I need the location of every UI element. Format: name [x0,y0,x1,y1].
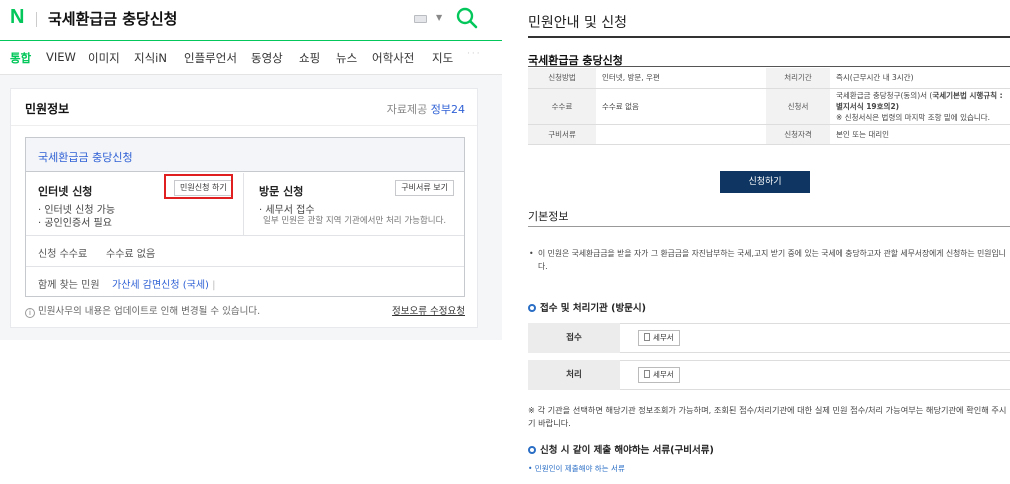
table-cell: 신청자격 [766,124,830,145]
tab-map[interactable]: 지도 [432,50,453,66]
divider [11,125,477,126]
receive-label: 접수 [528,323,620,353]
table-cell: 수수료 [528,88,596,125]
gov24-detail-panel: 민원안내 및 신청 국세환급금 충당신청 신청방법 인터넷, 방문, 우편 처리… [514,0,1010,484]
circle-bullet-icon [528,304,536,312]
document-icon [644,370,650,378]
highlight-annotation [164,174,233,199]
fee-value: 수수료 없음 [106,249,156,260]
table-cell [596,124,766,145]
table-cell: 수수료 없음 [596,88,766,125]
divider [36,12,37,27]
view-documents-button[interactable]: 구비서류 보기 [395,180,454,196]
internet-note-2: · 공인인증서 필요 [38,218,112,229]
update-notice: i 민원사무의 내용은 업데이트로 인해 변경될 수 있습니다. [25,303,260,318]
divider [528,226,1010,227]
basic-info-text: • 이 민원은 국세환급금을 받을 자가 그 환급금을 자진납부하는 국세,고지 … [529,249,1006,271]
service-box: 국세환급금 충당신청 인터넷 신청 민원신청 하기 · 인터넷 신청 가능 · … [25,137,465,297]
page: N 국세환급금 충당신청 ▼ 통합 VIEW 이미지 지식iN 인플루언서 동영… [0,0,1010,484]
naver-logo[interactable]: N [10,6,24,29]
search-tabs: 통합 VIEW 이미지 지식iN 인플루언서 동영상 쇼핑 뉴스 어학사전 지도… [0,41,502,75]
receive-row: 접수 세무서 [528,323,1010,353]
table-row: 수수료 수수료 없음 신청서 국세환급금 충당청구(동의)서 (국세기본법 시행… [528,88,1010,125]
visit-note-2: 일부 민원은 관할 지역 기관에서만 처리 가능합니다. [263,216,447,226]
table-row: 구비서류 신청자격 본인 또는 대리인 [528,124,1010,145]
service-header: 국세환급금 충당신청 [26,138,464,172]
table-cell: 즉시(근무시간 내 3시간) [830,68,1010,89]
process-label: 처리 [528,360,620,390]
internet-apply-title: 인터넷 신청 [38,185,93,198]
process-row: 처리 세무서 [528,360,1010,390]
related-link[interactable]: 가산세 감면신청 (국세) | [112,276,216,291]
form-note: ※ 신청서식은 법령의 마지막 조항 밑에 있습니다. [836,112,991,122]
service-info-table: 신청방법 인터넷, 방문, 우편 처리기간 즉시(근무시간 내 3시간) 수수료… [528,68,1010,145]
table-row: 신청방법 인터넷, 방문, 우편 처리기간 즉시(근무시간 내 3시간) [528,68,1010,89]
required-documents-link[interactable]: • 민원인이 제출해야 하는 서류 [528,463,625,474]
document-icon [644,333,650,341]
internet-apply-section: 인터넷 신청 민원신청 하기 · 인터넷 신청 가능 · 공인인증서 필요 [26,173,244,235]
divider [528,36,1010,38]
agency-note: ※ 각 기관을 선택하면 해당기관 정보조회가 가능하며, 조회된 접수/처리기… [528,405,1007,428]
keyboard-icon[interactable] [414,15,427,23]
tax-office-button[interactable]: 세무서 [638,330,680,346]
bullet-icon: • [529,249,534,258]
table-cell: 구비서류 [528,124,596,145]
tab-kin[interactable]: 지식iN [134,50,167,66]
related-row: 함께 찾는 민원 가산세 감면신청 (국세) | [26,266,464,297]
table-cell: 처리기간 [766,68,830,89]
tab-view[interactable]: VIEW [46,50,76,64]
provider-link[interactable]: 정부24 [431,103,465,116]
info-icon: i [25,308,35,318]
receive-value: 세무서 [620,323,1010,353]
tab-all[interactable]: 통합 [10,50,31,66]
card-title: 민원정보 [25,102,70,116]
search-icon[interactable] [455,6,479,30]
related-label: 함께 찾는 민원 [38,280,100,291]
apply-button[interactable]: 신청하기 [720,171,810,193]
application-form-cell: 국세환급금 충당청구(동의)서 (국세기본법 시행규칙 : 별지서식 19호의2… [830,88,1010,125]
table-cell: 본인 또는 대리인 [830,124,1010,145]
tab-images[interactable]: 이미지 [88,50,120,66]
section-heading: 접수 및 처리기관 (방문시) [528,300,646,314]
tab-influencer[interactable]: 인플루언서 [184,50,237,66]
civil-info-card: 민원정보 자료제공 정부24 국세환급금 충당신청 인터넷 신청 민원신청 하기… [10,88,478,328]
page-title: 민원안내 및 신청 [528,15,628,31]
report-error-link[interactable]: 정보오류 수정요청 [392,303,465,317]
tab-video[interactable]: 동영상 [251,50,283,66]
table-cell: 신청방법 [528,68,596,89]
table-cell: 인터넷, 방문, 우편 [596,68,766,89]
search-panel: N 국세환급금 충당신청 ▼ 통합 VIEW 이미지 지식iN 인플루언서 동영… [0,0,502,340]
circle-bullet-icon [528,446,536,454]
divider [528,66,1010,67]
separator: | [212,280,216,291]
tab-news[interactable]: 뉴스 [336,50,357,66]
caret-down-icon[interactable]: ▼ [436,13,442,22]
process-value: 세무서 [620,360,1010,390]
data-provider: 자료제공 정부24 [386,103,465,116]
visit-apply-section: 방문 신청 구비서류 보기 · 세무서 접수 일부 민원은 관할 지역 기관에서… [245,173,464,235]
tab-shopping[interactable]: 쇼핑 [299,50,320,66]
table-cell: 신청서 [766,88,830,125]
more-tabs-icon[interactable]: ··· [467,49,482,59]
search-header: N 국세환급금 충당신청 ▼ [0,0,502,40]
section-heading: 신청 시 같이 제출 해야하는 서류(구비서류) [528,442,714,456]
search-query[interactable]: 국세환급금 충당신청 [48,8,177,29]
service-name-link[interactable]: 국세환급금 충당신청 [38,149,133,165]
tax-office-button[interactable]: 세무서 [638,367,680,383]
visit-apply-title: 방문 신청 [259,185,304,198]
form-name: 국세환급금 충당청구(동의)서 ( [836,90,933,100]
basic-info-title: 기본정보 [528,210,569,223]
fee-label: 신청 수수료 [38,249,88,260]
fee-row: 신청 수수료 수수료 없음 [26,235,464,266]
tab-dictionary[interactable]: 어학사전 [372,50,414,66]
